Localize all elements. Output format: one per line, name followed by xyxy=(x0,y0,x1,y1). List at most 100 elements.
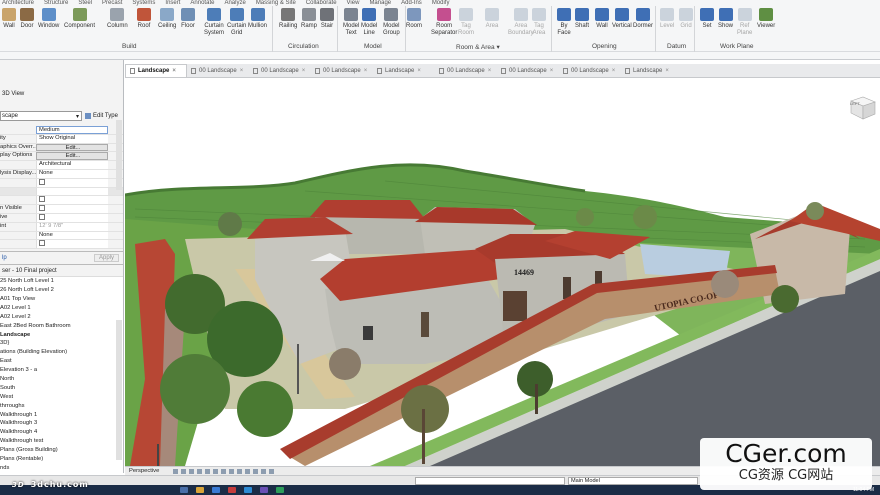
edit-button[interactable]: Edit... xyxy=(36,143,108,152)
property-value[interactable] xyxy=(36,240,108,249)
view-tab[interactable]: 00 Landscape × xyxy=(311,64,373,77)
folder-icon[interactable] xyxy=(196,487,204,493)
reveal-hidden-icon[interactable] xyxy=(253,468,258,474)
tool-wall-button[interactable]: Wall xyxy=(2,8,16,30)
sun-path-icon[interactable] xyxy=(197,468,202,474)
tool-column-button[interactable]: Column xyxy=(107,8,128,30)
browser-item[interactable]: Walkthrough 3 xyxy=(0,419,123,428)
tool-model-text-button[interactable]: Model Text xyxy=(343,8,359,36)
property-value[interactable]: Architectural xyxy=(36,161,108,169)
property-value[interactable]: None xyxy=(36,169,108,178)
tool-tag-room-button[interactable]: Tag Room xyxy=(458,8,474,36)
ribbon-tab[interactable]: Manage xyxy=(369,0,391,6)
type-selector[interactable]: scape ▾ xyxy=(0,111,82,121)
edit-button[interactable]: Edit... xyxy=(36,152,108,161)
property-value[interactable] xyxy=(36,196,108,205)
browser-item[interactable]: 3D} xyxy=(0,339,123,348)
view-tab[interactable]: 00 Landscape × xyxy=(497,64,559,77)
checkbox[interactable] xyxy=(39,240,45,247)
checkbox[interactable] xyxy=(39,213,45,220)
close-icon[interactable]: × xyxy=(364,68,368,74)
render-icon[interactable] xyxy=(213,468,218,474)
tool-level-button[interactable]: Level xyxy=(660,8,674,30)
close-icon[interactable]: × xyxy=(665,68,669,74)
tool-mullion-button[interactable]: Mullion xyxy=(248,8,267,30)
app-icon[interactable] xyxy=(260,487,268,493)
tool-viewer-button[interactable]: Viewer xyxy=(757,8,775,30)
browser-item[interactable]: East 2Bed Room Bathroom xyxy=(0,322,123,331)
browser-item[interactable]: nds xyxy=(0,464,123,473)
tool-set-button[interactable]: Set xyxy=(700,8,714,30)
checkbox[interactable] xyxy=(39,178,45,185)
tool-roof-button[interactable]: Roof xyxy=(137,8,151,30)
tool-dormer-button[interactable]: Dormer xyxy=(633,8,653,30)
tool-ramp-button[interactable]: Ramp xyxy=(301,8,317,30)
lock-icon[interactable] xyxy=(237,468,242,474)
view-tab[interactable]: 00 Landscape × xyxy=(435,64,497,77)
tool-component-button[interactable]: Component xyxy=(64,8,95,30)
browser-item[interactable]: ations (Building Elevation) xyxy=(0,348,123,357)
browser-item[interactable]: West xyxy=(0,393,123,402)
app-icon[interactable] xyxy=(228,487,236,493)
tool-opening-wall-button[interactable]: Wall xyxy=(595,8,609,30)
tool-model-line-button[interactable]: Model Line xyxy=(361,8,377,36)
properties-help-link[interactable]: lp xyxy=(2,255,7,261)
tool-door-button[interactable]: Door xyxy=(20,8,34,30)
property-value[interactable]: Show Original xyxy=(36,134,108,143)
browser-item[interactable]: A02 Level 1 xyxy=(0,304,123,313)
property-value[interactable] xyxy=(36,205,108,213)
crop-view-icon[interactable] xyxy=(221,468,226,474)
taskbar-app-icon[interactable] xyxy=(180,487,188,493)
property-value[interactable]: None xyxy=(36,231,108,240)
ribbon-tab[interactable]: Analyze xyxy=(224,0,245,6)
view-tab[interactable]: Landscape × xyxy=(125,64,187,77)
tool-show-button[interactable]: Show xyxy=(718,8,733,30)
close-icon[interactable]: × xyxy=(550,68,554,74)
close-icon[interactable]: × xyxy=(302,68,306,74)
scale-icon[interactable] xyxy=(173,468,178,474)
analytical-model-icon[interactable] xyxy=(261,468,266,474)
app-icon[interactable] xyxy=(276,487,284,493)
ribbon-tab[interactable]: Insert xyxy=(165,0,180,6)
view-tab[interactable]: 00 Landscape × xyxy=(187,64,249,77)
browser-item[interactable]: A01 Top View xyxy=(0,295,123,304)
tool-area-boundary-button[interactable]: Area Boundary xyxy=(508,8,534,36)
tool-tag-area-button[interactable]: Tag Area xyxy=(532,8,546,36)
property-value[interactable] xyxy=(36,178,108,187)
ribbon-tab[interactable]: Architecture xyxy=(2,0,34,6)
highlight-displacement-icon[interactable] xyxy=(269,468,274,474)
tool-ref-plane-button[interactable]: Ref Plane xyxy=(737,8,752,36)
shadows-icon[interactable] xyxy=(205,468,210,474)
tool-railing-button[interactable]: Railing xyxy=(279,8,297,30)
browser-item[interactable]: Walkthrough 4 xyxy=(0,428,123,437)
tool-area-button[interactable]: Area xyxy=(485,8,499,30)
view-tab[interactable]: Landscape × xyxy=(373,64,435,77)
visual-style-icon[interactable] xyxy=(189,468,194,474)
temporary-hide-icon[interactable] xyxy=(245,468,250,474)
property-value[interactable]: 12' 9 7/8" xyxy=(36,222,108,231)
tool-shaft-button[interactable]: Shaft xyxy=(575,8,589,30)
close-icon[interactable]: × xyxy=(488,68,492,74)
ribbon-tab[interactable]: Collaborate xyxy=(306,0,337,6)
revit-icon[interactable] xyxy=(244,487,252,493)
viewcube[interactable] xyxy=(847,93,877,121)
checkbox[interactable] xyxy=(39,196,45,203)
browser-item[interactable]: A02 Level 2 xyxy=(0,313,123,322)
browser-item[interactable]: East xyxy=(0,357,123,366)
edit-type-button[interactable]: Edit Type xyxy=(85,113,118,119)
ribbon-tab[interactable]: Steel xyxy=(78,0,92,6)
close-icon[interactable]: × xyxy=(240,68,244,74)
apply-button[interactable]: Apply xyxy=(93,254,119,263)
tool-curtain-grid-button[interactable]: Curtain Grid xyxy=(227,8,246,36)
tool-room-button[interactable]: Room xyxy=(406,8,422,30)
browser-item[interactable]: Walkthrough test xyxy=(0,437,123,446)
browser-item[interactable]: Landscape xyxy=(0,331,123,340)
browser-scrollbar[interactable] xyxy=(116,320,122,460)
browser-item[interactable]: South xyxy=(0,384,123,393)
tool-model-group-button[interactable]: Model Group xyxy=(383,8,400,36)
tool-by-face-button[interactable]: By Face xyxy=(557,8,571,36)
browser-item[interactable]: 25 North Loft Level 1 xyxy=(0,277,123,286)
checkbox[interactable] xyxy=(39,205,45,212)
ribbon-tab[interactable]: Structure xyxy=(44,0,68,6)
tool-vertical-button[interactable]: Vertical xyxy=(612,8,632,30)
